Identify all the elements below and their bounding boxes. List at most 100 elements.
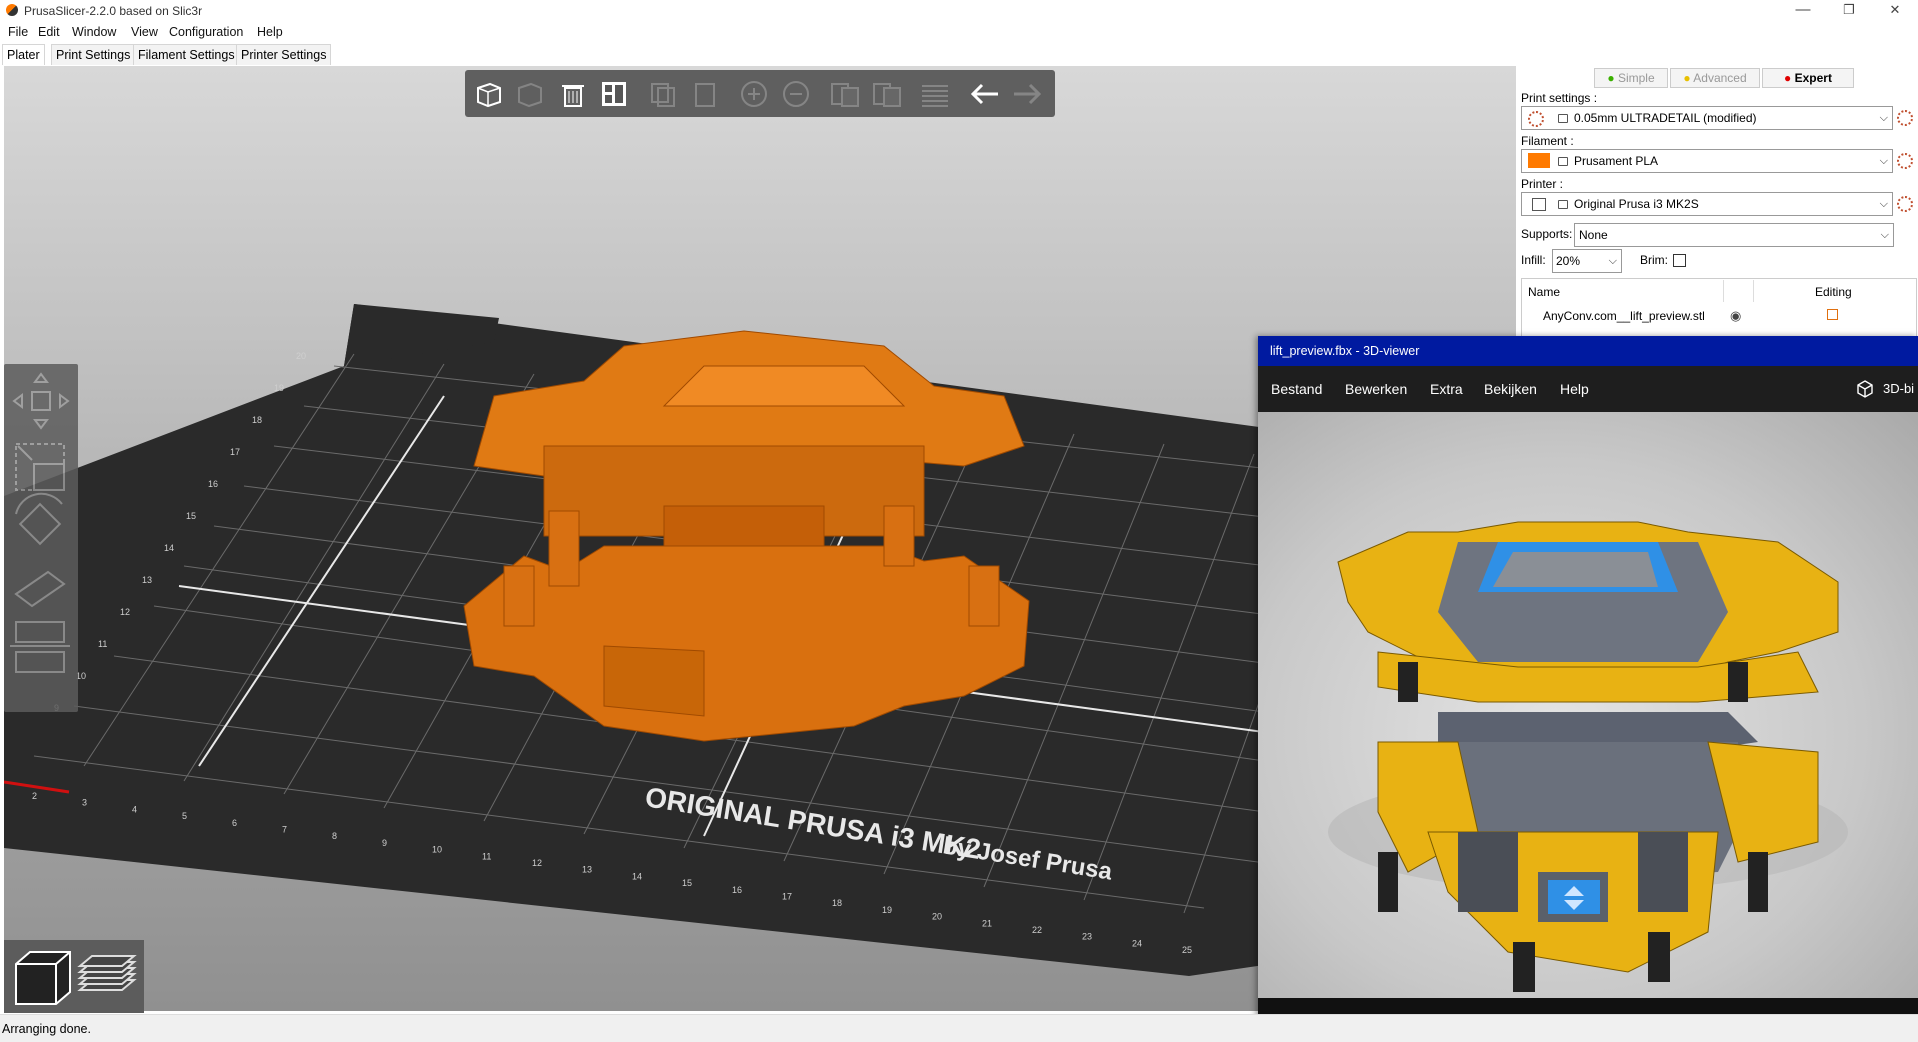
menu-configuration[interactable]: Configuration <box>169 25 243 39</box>
bed-x-tick: 12 <box>532 858 542 868</box>
viewer-3d-canvas[interactable] <box>1258 412 1918 998</box>
viewer-menu-bekijken[interactable]: Bekijken <box>1484 381 1537 397</box>
3d-box-icon <box>1856 380 1874 398</box>
bed-x-tick: 8 <box>332 831 337 841</box>
object-list <box>1521 278 1917 338</box>
bed-y-tick: 16 <box>208 479 218 489</box>
menu-bar <box>0 22 1918 42</box>
menu-help[interactable]: Help <box>257 25 283 39</box>
prusaslicer-logo-icon <box>6 4 18 16</box>
menu-file[interactable]: File <box>8 25 28 39</box>
place-on-face-icon <box>14 570 66 608</box>
gizmo-toolbar <box>4 364 78 712</box>
title-bar <box>0 0 1918 22</box>
bed-y-tick: 12 <box>120 607 130 617</box>
maximize-button[interactable]: ❐ <box>1826 0 1872 22</box>
supports-label: Supports: <box>1521 227 1573 241</box>
copy-icon[interactable] <box>646 78 680 110</box>
mode-expert-button[interactable]: ● Expert <box>1762 68 1854 88</box>
bed-x-tick: 18 <box>832 898 842 908</box>
add-object-icon[interactable] <box>472 78 506 110</box>
3d-view-cube-icon[interactable] <box>12 946 74 1008</box>
chevron-down-icon: ⌵ <box>1879 198 1888 210</box>
printer-combo[interactable]: Original Prusa i3 MK2S ⌵ <box>1521 192 1893 216</box>
bed-x-tick: 21 <box>982 918 992 928</box>
viewer-mode-label[interactable]: 3D-bi <box>1883 381 1914 396</box>
remove-instance-icon[interactable] <box>779 78 813 110</box>
edit-object-icon[interactable] <box>1827 309 1838 320</box>
split-objects-icon[interactable] <box>828 78 862 110</box>
preview-layers-icon[interactable] <box>76 946 138 1008</box>
redo-arrow-icon[interactable] <box>1010 78 1044 110</box>
add-instance-icon[interactable] <box>737 78 771 110</box>
bed-x-tick: 23 <box>1082 932 1092 942</box>
viewer-menu-help[interactable]: Help <box>1560 381 1589 397</box>
status-bar <box>0 1014 1918 1042</box>
column-divider <box>1753 280 1754 302</box>
bed-x-tick: 2 <box>32 791 37 801</box>
tab-filament-settings[interactable]: Filament Settings <box>133 44 240 65</box>
infill-value: 20% <box>1556 254 1581 268</box>
bed-x-tick: 13 <box>582 865 592 875</box>
visibility-eye-icon[interactable]: ◉ <box>1730 308 1741 324</box>
delete-all-trash-icon[interactable] <box>556 78 590 110</box>
infill-combo[interactable]: 20% ⌵ <box>1552 249 1622 273</box>
layers-editing-icon[interactable] <box>918 78 952 110</box>
bed-x-tick: 19 <box>882 905 892 915</box>
filament-combo[interactable]: Prusament PLA ⌵ <box>1521 149 1893 173</box>
bed-y-tick: 19 <box>274 383 284 393</box>
viewer-title: lift_preview.fbx - 3D-viewer <box>1270 344 1420 358</box>
object-list-row-name[interactable]: AnyConv.com__lift_preview.stl <box>1543 309 1705 323</box>
filament-value: Prusament PLA <box>1574 154 1659 168</box>
bed-x-tick: 17 <box>782 892 792 902</box>
rotate-icon <box>15 492 63 546</box>
viewer-menu-extra[interactable]: Extra <box>1430 381 1463 397</box>
menu-edit[interactable]: Edit <box>38 25 60 39</box>
print-settings-edit-icon[interactable] <box>1897 110 1913 126</box>
bed-y-tick: 14 <box>164 543 174 553</box>
bed-x-tick: 16 <box>732 885 742 895</box>
printer-icon <box>1532 198 1546 211</box>
printer-edit-icon[interactable] <box>1897 196 1913 212</box>
close-button[interactable]: ✕ <box>1872 0 1918 22</box>
window-title: PrusaSlicer-2.2.0 based on Slic3r <box>24 4 203 18</box>
bed-x-tick: 3 <box>82 798 87 808</box>
menu-window[interactable]: Window <box>72 25 116 39</box>
minimize-button[interactable]: — <box>1780 0 1826 22</box>
filament-label: Filament : <box>1521 134 1574 148</box>
brim-checkbox[interactable] <box>1673 254 1686 267</box>
undo-arrow-icon[interactable] <box>968 78 1002 110</box>
lock-icon <box>1558 114 1568 123</box>
menu-view[interactable]: View <box>131 25 158 39</box>
mode-simple-button[interactable]: ● Simple <box>1594 68 1668 88</box>
bed-y-tick: 13 <box>142 575 152 585</box>
bed-x-tick: 25 <box>1182 945 1192 955</box>
viewer-menu-bestand[interactable]: Bestand <box>1271 381 1322 397</box>
arrange-icon[interactable] <box>597 78 631 110</box>
tab-plater[interactable]: Plater <box>2 44 45 65</box>
delete-icon[interactable] <box>513 78 547 110</box>
print-settings-label: Print settings : <box>1521 91 1598 105</box>
split-parts-icon[interactable] <box>870 78 904 110</box>
bed-y-tick: 15 <box>186 511 196 521</box>
lock-icon <box>1558 200 1568 209</box>
tab-printer-settings[interactable]: Printer Settings <box>236 44 332 65</box>
chevron-down-icon: ⌵ <box>1879 155 1888 167</box>
bed-x-tick: 5 <box>182 811 187 821</box>
bed-x-tick: 11 <box>482 851 491 861</box>
tab-print-settings[interactable]: Print Settings <box>51 44 136 65</box>
scale-icon <box>15 443 65 491</box>
supports-combo[interactable]: None ⌵ <box>1574 223 1894 247</box>
print-settings-combo[interactable]: 0.05mm ULTRADETAIL (modified) ⌵ <box>1521 106 1893 130</box>
infill-label: Infill: <box>1521 253 1546 267</box>
move-icon <box>12 372 70 430</box>
print-settings-value: 0.05mm ULTRADETAIL (modified) <box>1574 111 1757 125</box>
filament-edit-icon[interactable] <box>1897 153 1913 169</box>
mode-advanced-button[interactable]: ● Advanced <box>1670 68 1760 88</box>
chevron-down-icon: ⌵ <box>1879 112 1888 124</box>
viewer-menu-bewerken[interactable]: Bewerken <box>1345 381 1407 397</box>
bed-x-tick: 7 <box>282 825 287 835</box>
chevron-down-icon: ⌵ <box>1880 229 1889 241</box>
brim-label: Brim: <box>1640 253 1668 267</box>
paste-icon[interactable] <box>688 78 722 110</box>
